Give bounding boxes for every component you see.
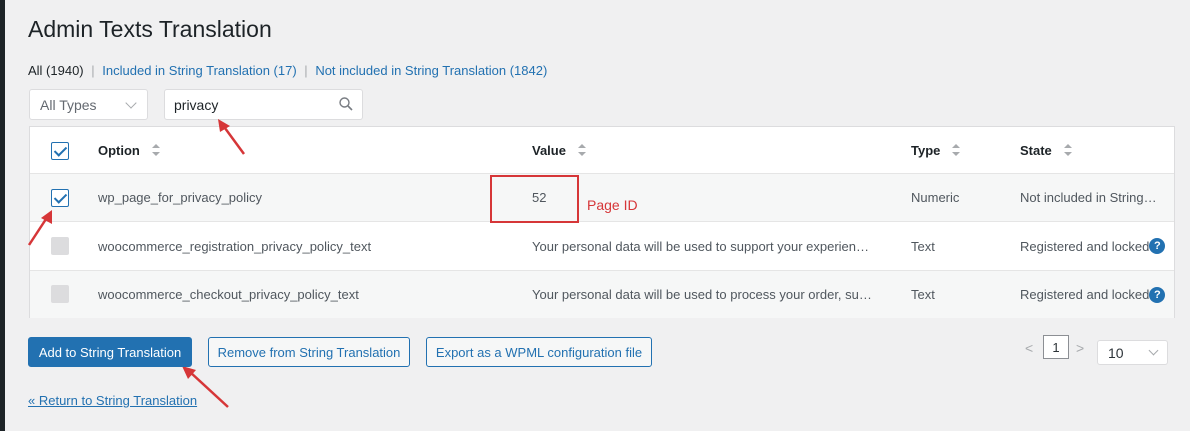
column-header-type[interactable]: Type bbox=[911, 127, 1006, 173]
type-select-value: All Types bbox=[40, 97, 97, 113]
sort-icon bbox=[952, 144, 961, 156]
row-value: Your personal data will be used to suppo… bbox=[532, 238, 870, 254]
row-type: Numeric bbox=[911, 190, 960, 205]
sort-icon bbox=[1063, 144, 1072, 156]
row-checkbox bbox=[51, 285, 69, 303]
per-page-select[interactable]: 10 bbox=[1097, 340, 1168, 365]
row-state: Not included in String… bbox=[1020, 190, 1157, 205]
sort-icon bbox=[577, 144, 586, 156]
table-row[interactable]: woocommerce_registration_privacy_policy_… bbox=[30, 222, 1174, 271]
chevron-down-icon bbox=[125, 97, 137, 109]
search-input[interactable]: privacy bbox=[164, 89, 363, 120]
select-all-checkbox[interactable] bbox=[51, 142, 69, 160]
strings-table: Option Value Type State wp_page_for_priv… bbox=[29, 126, 1175, 318]
sort-icon bbox=[151, 144, 160, 156]
column-header-option[interactable]: Option bbox=[98, 127, 518, 173]
table-header-row: Option Value Type State bbox=[30, 127, 1174, 174]
value-highlight-box bbox=[490, 175, 579, 223]
annotation-arrow-icon bbox=[218, 119, 246, 155]
filter-not-included[interactable]: Not included in String Translation (1842… bbox=[315, 63, 547, 78]
export-wpml-config-button[interactable]: Export as a WPML configuration file bbox=[426, 337, 652, 367]
return-to-string-translation-link[interactable]: « Return to String Translation bbox=[28, 393, 197, 408]
help-icon[interactable]: ? bbox=[1149, 238, 1166, 254]
page-id-annotation: Page ID bbox=[587, 197, 638, 213]
column-header-value[interactable]: Value bbox=[532, 127, 900, 173]
pagination-current-page[interactable]: 1 bbox=[1043, 335, 1069, 359]
row-option: woocommerce_registration_privacy_policy_… bbox=[98, 238, 372, 254]
row-state: Registered and locked? bbox=[1020, 222, 1170, 270]
per-page-value: 10 bbox=[1108, 345, 1124, 361]
row-option: woocommerce_checkout_privacy_policy_text bbox=[98, 287, 359, 302]
help-icon[interactable]: ? bbox=[1149, 286, 1166, 303]
table-row[interactable]: woocommerce_checkout_privacy_policy_text… bbox=[30, 271, 1174, 318]
admin-sidebar-edge bbox=[0, 0, 5, 431]
search-input-value: privacy bbox=[174, 97, 219, 113]
filter-all[interactable]: All (1940) bbox=[28, 63, 84, 78]
column-header-state[interactable]: State bbox=[1020, 127, 1170, 173]
filter-links: All (1940) | Included in String Translat… bbox=[28, 63, 547, 78]
type-filter-select[interactable]: All Types bbox=[29, 89, 148, 120]
filter-separator: | bbox=[304, 63, 308, 78]
page-title: Admin Texts Translation bbox=[28, 16, 272, 42]
row-type: Text bbox=[911, 238, 935, 254]
pagination-next-icon[interactable]: > bbox=[1076, 340, 1084, 356]
add-to-string-translation-button[interactable]: Add to String Translation bbox=[28, 337, 192, 367]
remove-from-string-translation-button[interactable]: Remove from String Translation bbox=[208, 337, 410, 367]
filter-included[interactable]: Included in String Translation (17) bbox=[102, 63, 296, 78]
pagination-prev-icon[interactable]: < bbox=[1025, 340, 1033, 356]
row-value: Your personal data will be used to proce… bbox=[532, 287, 872, 302]
row-checkbox[interactable] bbox=[51, 189, 69, 207]
row-option: wp_page_for_privacy_policy bbox=[98, 190, 263, 205]
search-icon[interactable] bbox=[338, 96, 354, 112]
annotation-arrow-icon bbox=[27, 210, 52, 246]
chevron-down-icon bbox=[1148, 345, 1159, 356]
filter-separator: | bbox=[91, 63, 95, 78]
row-state: Registered and locked? bbox=[1020, 271, 1170, 318]
row-type: Text bbox=[911, 287, 935, 302]
